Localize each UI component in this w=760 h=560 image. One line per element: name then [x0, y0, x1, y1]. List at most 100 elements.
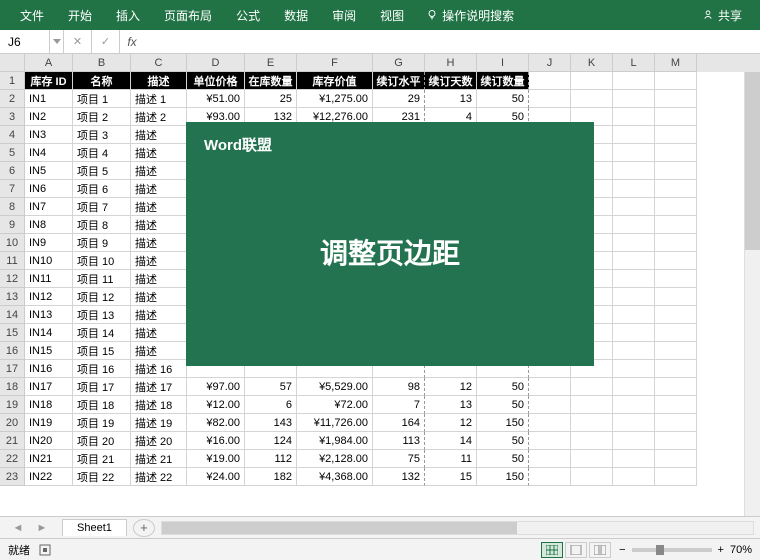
- cell[interactable]: 13: [425, 90, 477, 108]
- cell[interactable]: [613, 432, 655, 450]
- cell[interactable]: IN12: [25, 288, 73, 306]
- cell[interactable]: [613, 90, 655, 108]
- cell[interactable]: 名称: [73, 72, 131, 90]
- sheet-tab-1[interactable]: Sheet1: [62, 519, 127, 536]
- cell[interactable]: [613, 198, 655, 216]
- cell[interactable]: 描述 21: [131, 450, 187, 468]
- row-header-21[interactable]: 21: [0, 432, 25, 450]
- add-sheet-button[interactable]: +: [133, 519, 155, 537]
- cell[interactable]: 描述: [131, 144, 187, 162]
- cell[interactable]: [655, 468, 697, 486]
- cell[interactable]: 项目 21: [73, 450, 131, 468]
- cell[interactable]: IN2: [25, 108, 73, 126]
- cell[interactable]: [655, 306, 697, 324]
- enter-formula-button[interactable]: ✓: [92, 30, 120, 53]
- cell[interactable]: IN19: [25, 414, 73, 432]
- row-header-5[interactable]: 5: [0, 144, 25, 162]
- cell[interactable]: 续订数量: [477, 72, 529, 90]
- name-box[interactable]: J6: [0, 30, 50, 53]
- select-all-corner[interactable]: [0, 54, 25, 72]
- cell[interactable]: 项目 22: [73, 468, 131, 486]
- row-header-16[interactable]: 16: [0, 342, 25, 360]
- macro-record-icon[interactable]: [38, 543, 52, 557]
- cell[interactable]: [655, 126, 697, 144]
- cell[interactable]: [571, 378, 613, 396]
- cell[interactable]: [529, 72, 571, 90]
- cell[interactable]: IN13: [25, 306, 73, 324]
- cell[interactable]: 15: [425, 468, 477, 486]
- row-header-3[interactable]: 3: [0, 108, 25, 126]
- cell[interactable]: 项目 20: [73, 432, 131, 450]
- cell[interactable]: IN8: [25, 216, 73, 234]
- cell[interactable]: IN14: [25, 324, 73, 342]
- col-header-F[interactable]: F: [297, 54, 373, 72]
- cell[interactable]: IN6: [25, 180, 73, 198]
- cell[interactable]: [655, 342, 697, 360]
- cell[interactable]: 12: [425, 414, 477, 432]
- zoom-in-button[interactable]: +: [718, 544, 724, 556]
- cell[interactable]: [613, 288, 655, 306]
- cell[interactable]: 项目 9: [73, 234, 131, 252]
- cell[interactable]: 29: [373, 90, 425, 108]
- cell[interactable]: 描述 20: [131, 432, 187, 450]
- cell[interactable]: [655, 162, 697, 180]
- tab-review[interactable]: 审阅: [320, 0, 368, 30]
- cell[interactable]: 50: [477, 378, 529, 396]
- cell[interactable]: 描述: [131, 180, 187, 198]
- cell[interactable]: 项目 15: [73, 342, 131, 360]
- cell[interactable]: ¥72.00: [297, 396, 373, 414]
- cell[interactable]: 项目 19: [73, 414, 131, 432]
- vertical-scrollbar[interactable]: [744, 72, 760, 516]
- cell[interactable]: 25: [245, 90, 297, 108]
- tab-data[interactable]: 数据: [272, 0, 320, 30]
- cell[interactable]: 描述 19: [131, 414, 187, 432]
- cell[interactable]: [613, 126, 655, 144]
- cell[interactable]: 项目 10: [73, 252, 131, 270]
- cell[interactable]: ¥2,128.00: [297, 450, 373, 468]
- cell[interactable]: [529, 432, 571, 450]
- cell[interactable]: [613, 342, 655, 360]
- cell[interactable]: 7: [373, 396, 425, 414]
- cell[interactable]: 项目 17: [73, 378, 131, 396]
- col-header-H[interactable]: H: [425, 54, 477, 72]
- row-header-7[interactable]: 7: [0, 180, 25, 198]
- cell[interactable]: 项目 13: [73, 306, 131, 324]
- row-header-9[interactable]: 9: [0, 216, 25, 234]
- cell[interactable]: [613, 252, 655, 270]
- cell[interactable]: 113: [373, 432, 425, 450]
- cell[interactable]: 描述 22: [131, 468, 187, 486]
- cell[interactable]: [613, 234, 655, 252]
- cell[interactable]: ¥16.00: [187, 432, 245, 450]
- cell[interactable]: ¥1,984.00: [297, 432, 373, 450]
- cell[interactable]: [655, 90, 697, 108]
- cell[interactable]: [655, 360, 697, 378]
- cell[interactable]: 项目 3: [73, 126, 131, 144]
- col-header-D[interactable]: D: [187, 54, 245, 72]
- cell[interactable]: ¥97.00: [187, 378, 245, 396]
- cell[interactable]: 项目 8: [73, 216, 131, 234]
- cell[interactable]: [655, 414, 697, 432]
- row-header-1[interactable]: 1: [0, 72, 25, 90]
- cell[interactable]: [613, 162, 655, 180]
- cell[interactable]: [613, 414, 655, 432]
- cell[interactable]: 描述 2: [131, 108, 187, 126]
- cell[interactable]: [655, 324, 697, 342]
- cell[interactable]: 项目 1: [73, 90, 131, 108]
- cell[interactable]: 57: [245, 378, 297, 396]
- cell[interactable]: [571, 396, 613, 414]
- view-normal-button[interactable]: [541, 542, 563, 558]
- cancel-formula-button[interactable]: ✕: [64, 30, 92, 53]
- cell[interactable]: [529, 396, 571, 414]
- cell[interactable]: [529, 414, 571, 432]
- cell[interactable]: 库存价值: [297, 72, 373, 90]
- cell[interactable]: ¥11,726.00: [297, 414, 373, 432]
- cell[interactable]: ¥19.00: [187, 450, 245, 468]
- zoom-slider-thumb[interactable]: [656, 545, 664, 555]
- col-header-G[interactable]: G: [373, 54, 425, 72]
- cell[interactable]: 描述: [131, 198, 187, 216]
- cell[interactable]: IN1: [25, 90, 73, 108]
- cell[interactable]: [613, 396, 655, 414]
- cell[interactable]: 在库数量: [245, 72, 297, 90]
- row-header-23[interactable]: 23: [0, 468, 25, 486]
- cell[interactable]: 描述 16: [131, 360, 187, 378]
